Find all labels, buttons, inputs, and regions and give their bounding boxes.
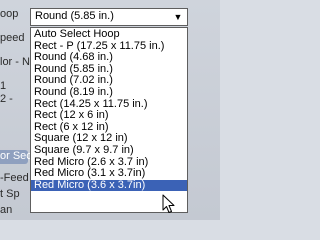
background-label-color-sec: or Sec [0, 150, 32, 162]
option-round-4-68[interactable]: Round (4.68 in.) [31, 52, 187, 64]
chevron-down-icon[interactable]: ▼ [171, 10, 185, 24]
background-label-hoop: oop [0, 8, 19, 20]
hoop-select-value: Round (5.85 in.) [35, 10, 114, 22]
hoop-select[interactable]: Round (5.85 in.) ▼ [30, 8, 188, 26]
option-square-9-7x9-7[interactable]: Square (9.7 x 9.7 in) [31, 145, 187, 157]
background-label-color: lor - N [0, 56, 30, 68]
option-round-8-19[interactable]: Round (8.19 in.) [31, 87, 187, 99]
option-red-micro-3-1x3-7[interactable]: Red Micro (3.1 x 3.7in) [31, 168, 187, 180]
background-label-2: 2 - [0, 93, 13, 105]
option-rect-12x6[interactable]: Rect (12 x 6 in) [31, 110, 187, 122]
option-round-7-02[interactable]: Round (7.02 in.) [31, 75, 187, 87]
option-round-5-85[interactable]: Round (5.85 in.) [31, 64, 187, 76]
background-label-an: an [0, 204, 13, 216]
background-label-1: 1 [0, 80, 7, 92]
mouse-cursor-icon [162, 194, 175, 213]
hoop-options-list[interactable]: Auto Select Hoop Rect - P (17.25 x 11.75… [30, 27, 188, 213]
option-square-12x12[interactable]: Square (12 x 12 in) [31, 133, 187, 145]
background-label-speed: peed [0, 32, 25, 44]
background-label-feed: -Feed [0, 172, 29, 184]
option-rect-14-25x11-75[interactable]: Rect (14.25 x 11.75 in.) [31, 99, 187, 111]
background-label-speed-2: t Sp [0, 188, 20, 200]
option-red-micro-2-6x3-7[interactable]: Red Micro (2.6 x 3.7 in) [31, 157, 187, 169]
option-rect-6x12[interactable]: Rect (6 x 12 in) [31, 122, 187, 134]
option-auto-select-hoop[interactable]: Auto Select Hoop [31, 29, 187, 41]
option-red-micro-3-6x3-7[interactable]: Red Micro (3.6 x 3.7in) [31, 179, 187, 192]
option-rect-p-17-25x11-75[interactable]: Rect - P (17.25 x 11.75 in.) [31, 41, 187, 53]
